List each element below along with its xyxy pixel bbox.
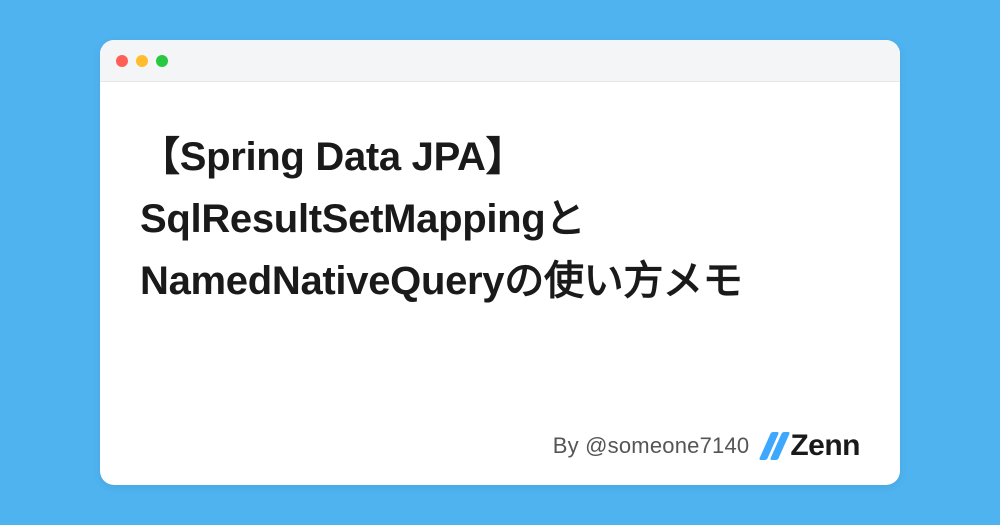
zenn-logo-text: Zenn <box>790 429 860 463</box>
window-titlebar <box>100 40 900 82</box>
article-title: 【Spring Data JPA】SqlResultSetMappingとNam… <box>140 126 860 419</box>
article-card: 【Spring Data JPA】SqlResultSetMappingとNam… <box>100 40 900 485</box>
author-byline: By @someone7140 <box>553 433 750 459</box>
maximize-icon <box>156 55 168 67</box>
zenn-logo-icon <box>765 432 784 460</box>
minimize-icon <box>136 55 148 67</box>
close-icon <box>116 55 128 67</box>
card-content: 【Spring Data JPA】SqlResultSetMappingとNam… <box>100 82 900 485</box>
card-footer: By @someone7140 Zenn <box>140 429 860 463</box>
zenn-logo: Zenn <box>765 429 860 463</box>
